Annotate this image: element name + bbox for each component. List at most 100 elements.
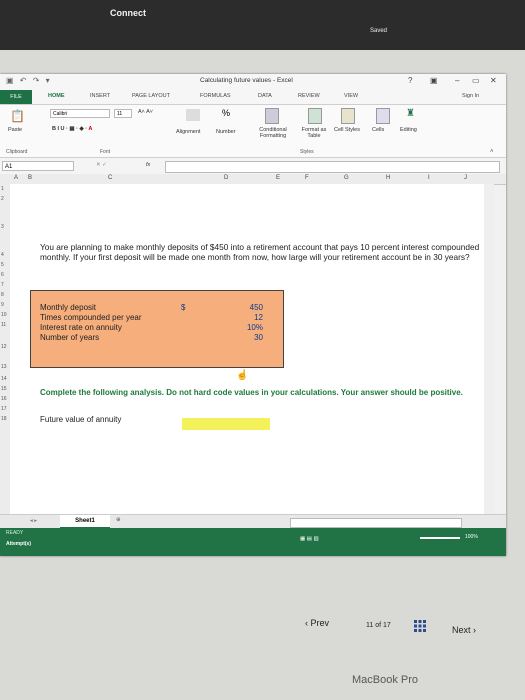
cells-button[interactable]: Cells — [372, 127, 384, 133]
status-bar: READY Attempt(s) ▦ ▤ ▥ 100% — [0, 528, 506, 556]
zoom-slider[interactable] — [420, 537, 460, 539]
row-header[interactable]: 2 — [1, 196, 4, 202]
title-bar: ▣ ↶ ↷ ▾ Calculating future values - Exce… — [0, 74, 506, 90]
column-header[interactable]: A — [14, 175, 18, 181]
tab-insert[interactable]: INSERT — [90, 93, 110, 99]
row-header[interactable]: 5 — [1, 262, 4, 268]
ribbon-tabs: FILE HOME INSERT PAGE LAYOUT FORMULAS DA… — [0, 90, 506, 105]
input-label: Monthly deposit — [40, 303, 97, 312]
formula-input[interactable] — [165, 161, 500, 173]
input-value[interactable]: 30 — [223, 333, 263, 342]
row-header[interactable]: 18 — [1, 416, 7, 422]
conditional-formatting-icon[interactable] — [265, 108, 279, 124]
cancel-enter-icons[interactable]: ✕ ✓ — [96, 162, 107, 168]
row-header[interactable]: 15 — [1, 386, 7, 392]
row-header[interactable]: 16 — [1, 396, 7, 402]
column-header[interactable]: I — [428, 175, 430, 181]
number-button[interactable]: Number — [216, 129, 236, 135]
column-header[interactable]: B — [28, 175, 32, 181]
column-header[interactable]: C — [108, 175, 112, 181]
window-title: Calculating future values - Excel — [200, 77, 293, 84]
column-header[interactable]: G — [344, 175, 349, 181]
font-size-select[interactable]: 11 — [114, 109, 132, 118]
ribbon-display-icon[interactable]: ▣ — [430, 76, 438, 85]
collapse-ribbon-icon[interactable]: ˄ — [490, 149, 494, 155]
restore-icon[interactable]: ▭ — [472, 76, 480, 85]
paste-icon[interactable]: 📋 — [10, 109, 25, 123]
input-value[interactable]: 10% — [223, 323, 263, 332]
row-header[interactable]: 11 — [1, 322, 6, 328]
cell-styles-button[interactable]: Cell Styles — [334, 127, 360, 133]
group-font: Font — [100, 149, 111, 155]
column-header[interactable]: F — [305, 175, 309, 181]
column-header[interactable]: D — [224, 175, 228, 181]
vertical-scrollbar[interactable] — [484, 184, 494, 514]
horizontal-scrollbar[interactable] — [290, 518, 462, 528]
future-value-label: Future value of annuity — [40, 415, 122, 424]
editing-button[interactable]: Editing — [400, 127, 417, 133]
input-box: Monthly deposit Times compounded per yea… — [30, 290, 284, 368]
alignment-button[interactable]: Alignment — [176, 129, 200, 135]
paste-button[interactable]: Paste — [8, 127, 22, 133]
input-label: Interest rate on annuity — [40, 323, 122, 332]
minimize-icon[interactable]: – — [455, 76, 459, 85]
row-header[interactable]: 7 — [1, 282, 4, 288]
tab-home[interactable]: HOME — [48, 93, 65, 99]
input-label: Times compounded per year — [40, 313, 142, 322]
editing-icon[interactable]: ♜ — [406, 108, 415, 119]
percent-icon[interactable]: % — [222, 108, 230, 118]
tab-view[interactable]: VIEW — [344, 93, 358, 99]
sign-in-link[interactable]: Sign In — [462, 93, 479, 99]
cell-styles-icon[interactable] — [341, 108, 355, 124]
name-box[interactable]: A1 — [2, 161, 74, 171]
row-header[interactable]: 1 — [1, 186, 4, 192]
column-header[interactable]: H — [386, 175, 390, 181]
row-header[interactable]: 13 — [1, 364, 7, 370]
row-header[interactable]: 6 — [1, 272, 4, 278]
quick-access-toolbar[interactable]: ▣ ↶ ↷ ▾ — [6, 76, 52, 85]
grow-shrink-font-icon[interactable]: A˄ A˅ — [138, 109, 153, 115]
bold-italic-underline-icons[interactable]: B I U · ▦ · ◆ · A — [52, 126, 92, 132]
row-header[interactable]: 3 — [1, 224, 4, 230]
alignment-icon[interactable] — [186, 109, 200, 121]
currency-symbol: $ — [181, 303, 186, 312]
prev-button[interactable]: ‹ Prev — [305, 618, 329, 628]
function-icon[interactable]: fx — [146, 162, 150, 168]
group-clipboard: Clipboard — [6, 149, 28, 155]
page-indicator: 11 of 17 — [366, 622, 391, 629]
font-name-select[interactable]: Calibri — [50, 109, 110, 118]
tab-review[interactable]: REVIEW — [298, 93, 320, 99]
grid-view-icon[interactable] — [414, 620, 426, 632]
close-icon[interactable]: ✕ — [490, 76, 497, 85]
column-header[interactable]: J — [464, 175, 467, 181]
format-as-table-icon[interactable] — [308, 108, 322, 124]
input-value[interactable]: 450 — [223, 303, 263, 312]
next-button[interactable]: Next › — [452, 625, 476, 635]
tab-file[interactable]: FILE — [0, 90, 32, 104]
input-value[interactable]: 12 — [223, 313, 263, 322]
row-header[interactable]: 9 — [1, 302, 4, 308]
conditional-formatting-button[interactable]: Conditional Formatting — [252, 127, 294, 139]
row-header[interactable]: 4 — [1, 252, 4, 258]
future-value-cell[interactable] — [182, 418, 270, 430]
sheet-tab[interactable]: Sheet1 — [60, 515, 110, 529]
row-header[interactable]: 17 — [1, 406, 7, 412]
row-header[interactable]: 12 — [1, 344, 7, 350]
tab-formulas[interactable]: FORMULAS — [200, 93, 231, 99]
column-header[interactable]: E — [276, 175, 280, 181]
row-header[interactable]: 8 — [1, 292, 4, 298]
row-header[interactable]: 14 — [1, 376, 7, 382]
zoom-level: 100% — [465, 534, 478, 540]
format-as-table-button[interactable]: Format as Table — [298, 127, 330, 139]
add-sheet-icon[interactable]: ⊕ — [116, 517, 121, 523]
row-header[interactable]: 10 — [1, 312, 7, 318]
help-icon[interactable]: ? — [408, 76, 412, 85]
saved-status: Saved — [370, 28, 388, 34]
tab-page-layout[interactable]: PAGE LAYOUT — [132, 93, 170, 99]
tab-data[interactable]: DATA — [258, 93, 272, 99]
device-label: MacBook Pro — [352, 674, 419, 686]
cells-icon[interactable] — [376, 108, 390, 124]
chevron-right-icon: › — [470, 625, 477, 635]
view-mode-icons[interactable]: ▦ ▤ ▥ — [300, 536, 319, 542]
sheet-nav-arrows[interactable]: ◂ ▸ — [30, 518, 37, 524]
